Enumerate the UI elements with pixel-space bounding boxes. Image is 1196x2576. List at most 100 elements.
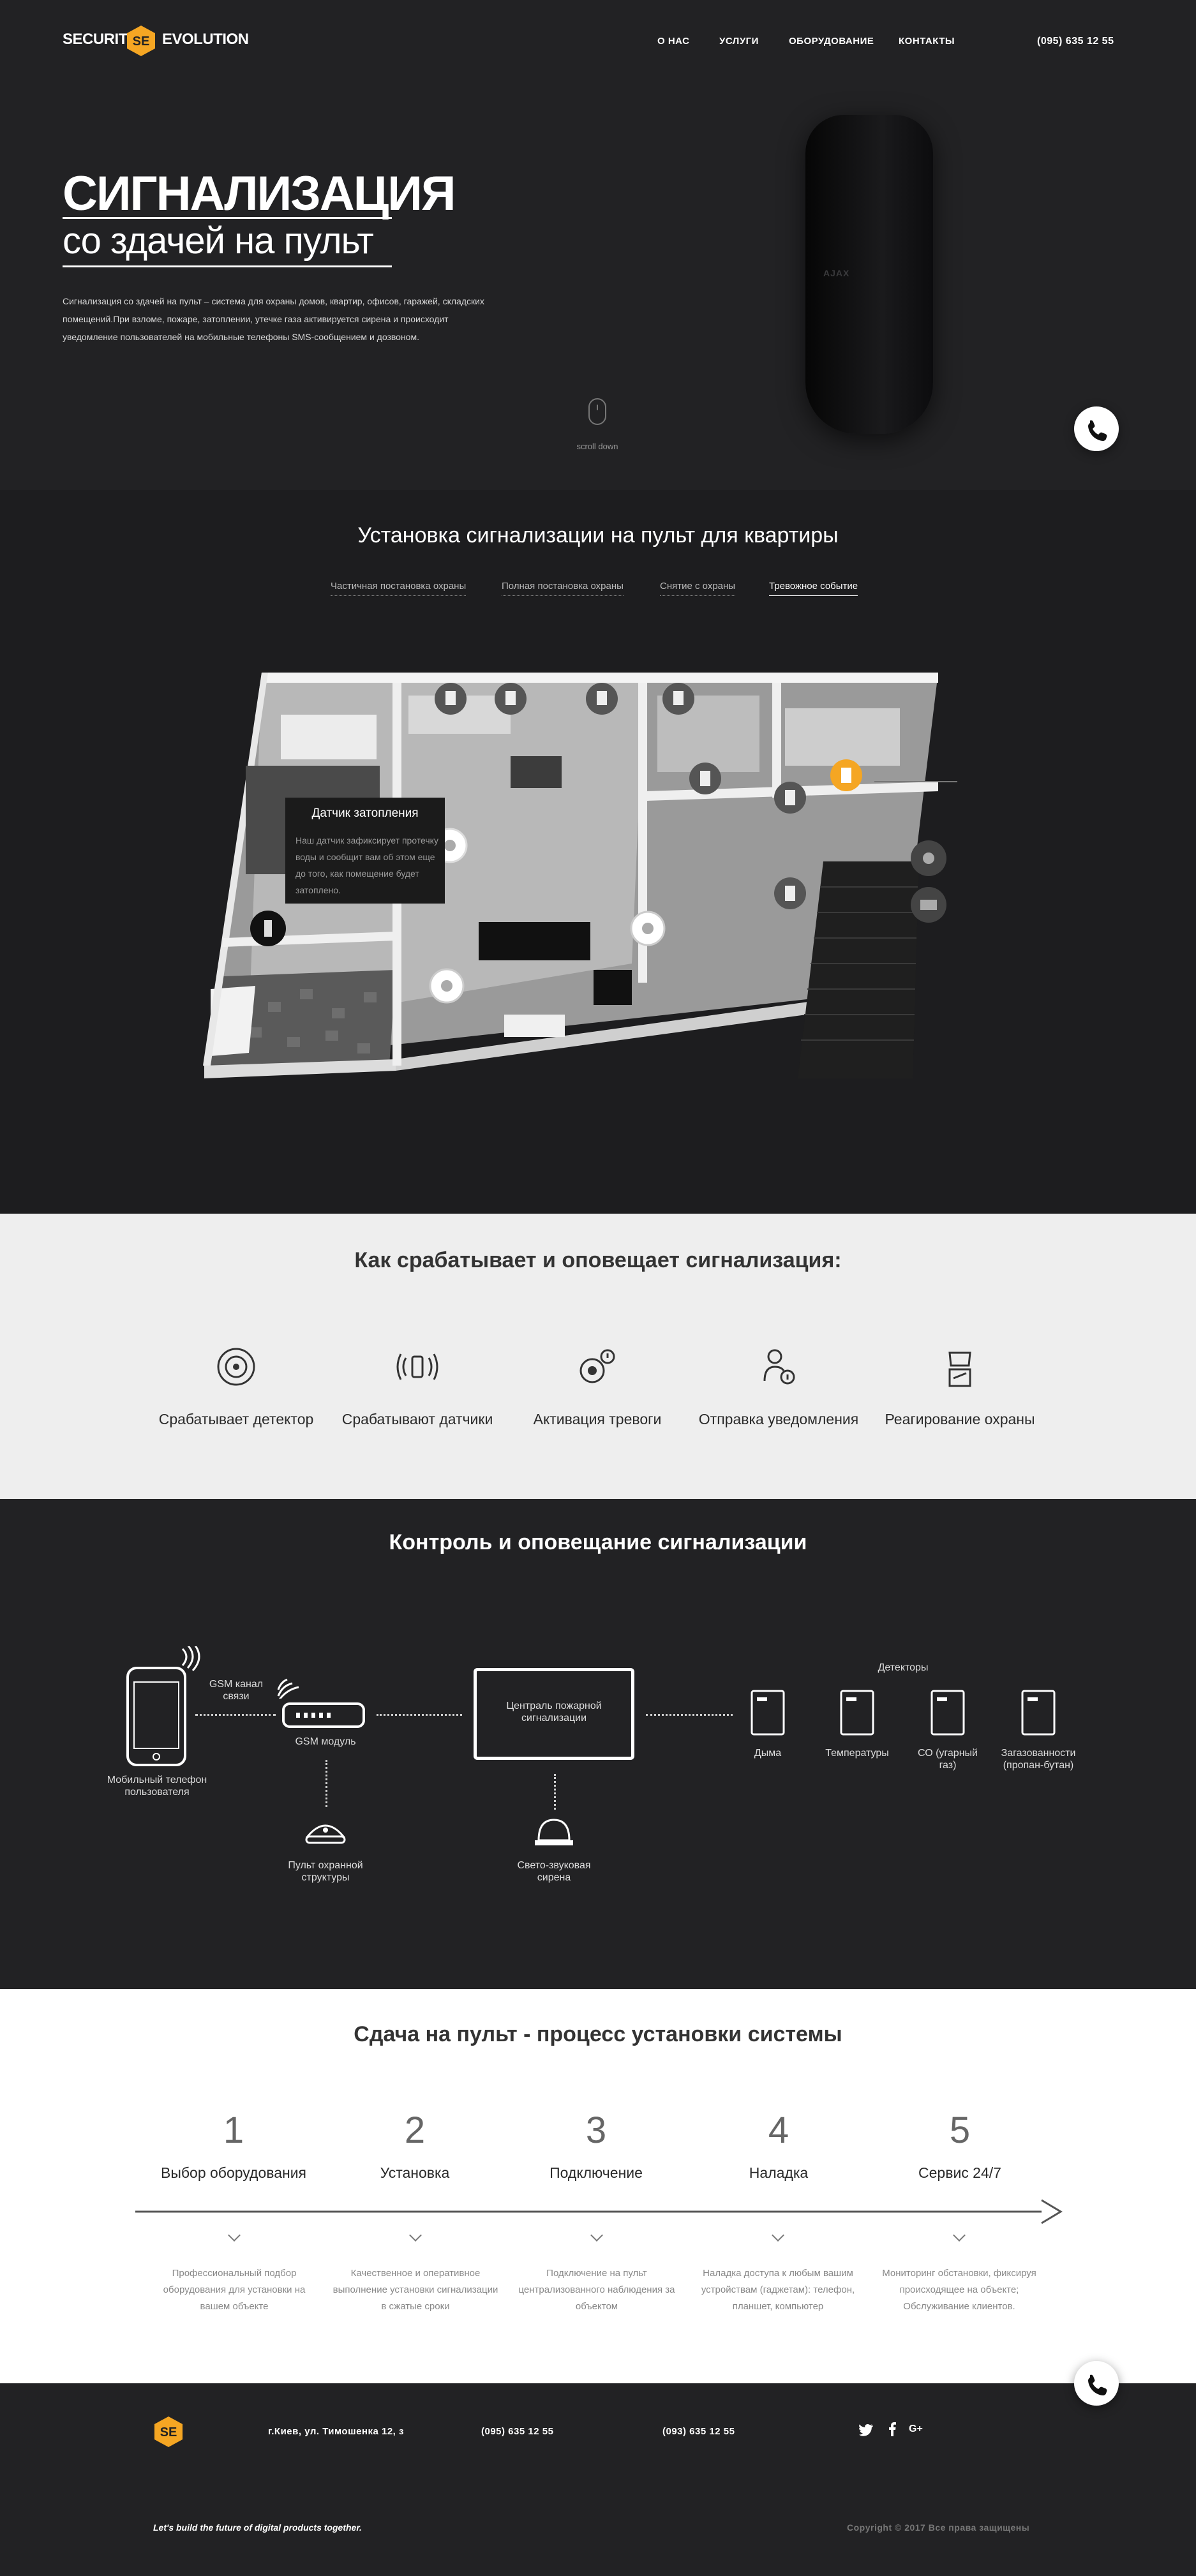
how-step-label: Срабатывает детектор [158,1411,314,1427]
process-step: 2 Установка [325,2109,504,2182]
svg-text:SE: SE [160,2425,177,2439]
timeline-arrow [135,2199,1063,2224]
header-phone[interactable]: (095) 635 12 55 [1037,36,1114,47]
footer-logo-icon[interactable]: SE [153,2415,184,2448]
how-step-label: Отправка уведомления [698,1411,859,1427]
signal-icon [181,1646,200,1672]
phone-label: Мобильный телефон пользователя [107,1775,207,1798]
gas-detector-icon [1021,1690,1056,1736]
tooltip-body: Наш датчик зафиксирует протечку воды и с… [295,835,438,895]
logo-badge-icon[interactable]: SE [126,24,156,57]
detector-label-temperature: Температуры [825,1748,889,1759]
how-step: Активация тревоги [514,1341,680,1428]
alarm-activation-icon [579,1349,615,1383]
process-step-desc: Качественное и оперативное выполнение ус… [333,2268,498,2312]
process-step-name: Выбор оборудования [160,2164,306,2181]
hero-description: Сигнализация со здачей на пульт – систем… [63,296,484,342]
google-plus-icon[interactable]: G+ [909,2423,923,2435]
footer-copyright: Copyright © 2017 Все права защищены [847,2522,1030,2533]
process-step-name: Наладка [749,2164,809,2181]
facebook-icon[interactable] [888,2422,896,2436]
nav-services[interactable]: УСЛУГИ [719,36,759,47]
link-phone-gsm [195,1714,276,1716]
process-step-desc: Подключение на пульт централизованного н… [518,2268,675,2312]
guard-label: Пульт охранной структуры [288,1860,363,1883]
scroll-down-label[interactable]: scroll down [568,442,627,451]
gsm-channel-label: GSM канал связи [209,1679,264,1702]
how-step-label: Реагирование охраны [885,1411,1035,1427]
smoke-detector-icon [751,1690,785,1736]
how-step-label: Срабатывают датчики [341,1411,493,1427]
detector-icon [217,1348,255,1386]
nav-contacts[interactable]: КОНТАКТЫ [899,36,955,47]
process-step: 5 Сервис 24/7 [871,2109,1049,2182]
notification-icon [763,1349,795,1385]
detector-label-smoke: Дыма [754,1748,782,1759]
how-step: Реагирование охраны [877,1341,1043,1428]
tab-full-arm[interactable]: Полная постановка охраны [502,581,624,596]
footer-address: г.Киев, ул. Тимошенка 12, з [268,2426,404,2437]
device-logo: AJAX [823,268,850,278]
scroll-mouse-icon[interactable] [588,398,606,425]
logo-text-right[interactable]: EVOLUTION [162,31,249,48]
tab-alarm-event[interactable]: Тревожное событие [769,581,858,596]
process-title: Сдача на пульт - процесс установки систе… [354,2022,842,2046]
process-step: 1 Выбор оборудования [144,2109,323,2182]
twitter-icon[interactable] [859,2423,873,2436]
gsm-module-label: GSM модуль [295,1736,356,1747]
sensor-tooltip: Датчик затопления Наш датчик зафиксирует… [285,798,445,904]
tooltip-title: Датчик затопления [311,807,419,820]
process-step-name: Сервис 24/7 [918,2164,1001,2181]
how-section: Как срабатывает и оповещает сигнализация… [0,1214,1196,1499]
tab-partial-arm[interactable]: Частичная постановка охраны [331,581,467,596]
how-title: Как срабатывает и оповещает сигнализация… [354,1248,842,1272]
process-step: 3 Подключение [507,2109,685,2182]
gsm-module-icon [282,1702,365,1728]
process-step: 4 Наладка [689,2109,868,2182]
siren-label: Свето-звуковая сирена [517,1860,591,1883]
process-step-name: Установка [380,2164,450,2181]
detector-label-co: СО (угарный газ) [918,1748,978,1771]
phone-icon [1088,2374,1107,2395]
process-step-desc: Наладка доступа к любым вашим устройства… [701,2268,855,2312]
gsm-signal-icon [277,1678,299,1699]
tab-disarm[interactable]: Снятие с охраны [660,581,736,596]
link-central-siren [554,1774,556,1810]
process-step-name: Подключение [549,2164,643,2181]
hero-subtitle-underline [63,265,392,267]
sensors-icon [396,1353,438,1380]
nav-equipment[interactable]: ОБОРУДОВАНИЕ [789,36,874,47]
process-section: Сдача на пульт - процесс установки систе… [0,1989,1196,2383]
hero-title: СИГНАЛИЗАЦИЯ [63,167,456,221]
hero-title-underline [63,217,392,219]
hero-subtitle: со здачей на пульт [63,220,374,262]
call-button-footer[interactable] [1074,2361,1119,2406]
process-step-desc: Профессиональный подбор оборудования для… [163,2268,306,2312]
how-step: Срабатывает детектор [153,1341,319,1428]
process-step-number: 1 [223,2110,244,2151]
process-step-number: 2 [404,2110,426,2151]
link-gsm-central [377,1714,462,1716]
how-step: Отправка уведомления [696,1341,862,1428]
process-step-number: 3 [585,2110,607,2151]
detectors-title: Детекторы [878,1662,929,1673]
phone-icon [1088,420,1107,441]
temperature-detector-icon [840,1690,874,1736]
footer-phone-2[interactable]: (093) 635 12 55 [662,2426,735,2437]
call-button[interactable] [1074,406,1119,451]
detector-label-gas: Загазованности (пропан-бутан) [1001,1748,1076,1771]
footer-phone-1[interactable]: (095) 635 12 55 [481,2426,553,2437]
mobile-phone-icon [126,1667,186,1766]
security-response-icon [948,1351,971,1387]
guard-cap-icon [305,1824,346,1844]
footer-tagline: Let's build the future of digital produc… [153,2522,362,2533]
install-title: Установка сигнализации на пульт для квар… [357,523,839,547]
process-step-number: 5 [949,2110,971,2151]
siren-icon [535,1819,573,1845]
process-step-number: 4 [768,2110,789,2151]
co-detector-icon [931,1690,965,1736]
central-label: Централь пожарной сигнализации [506,1701,602,1724]
nav-about[interactable]: О НАС [657,36,689,47]
how-step-label: Активация тревоги [533,1411,662,1427]
how-step: Срабатывают датчики [334,1341,500,1428]
